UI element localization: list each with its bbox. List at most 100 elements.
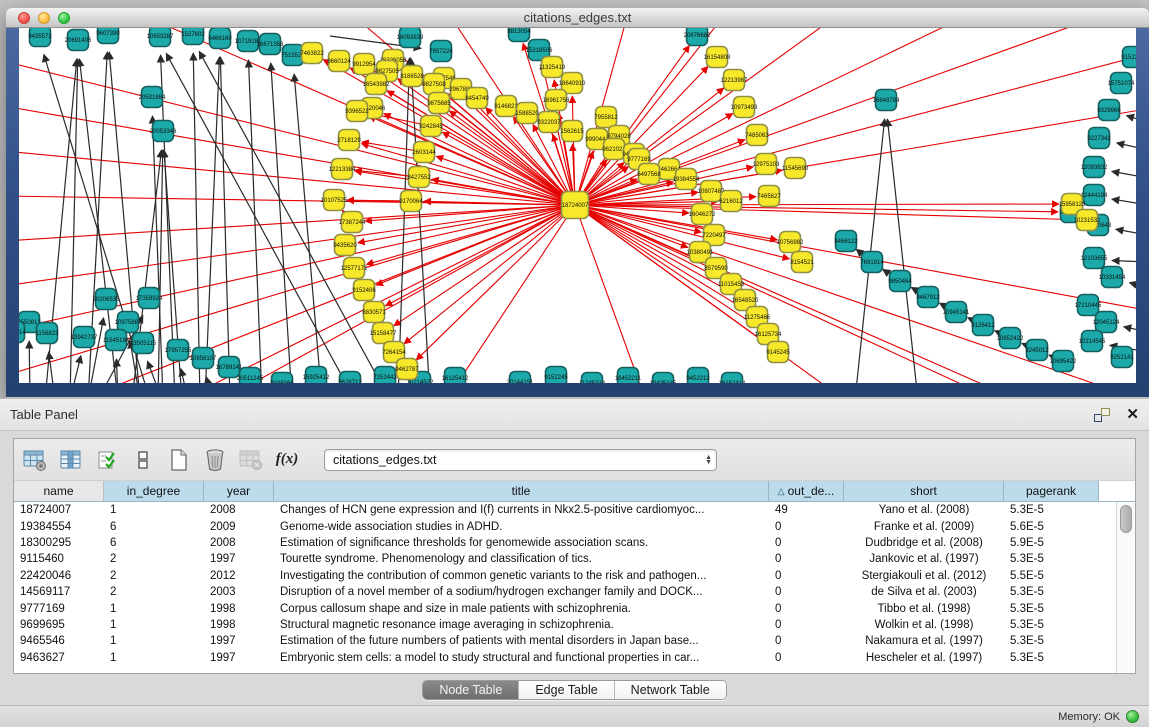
graph-node-selected[interactable]: 9170064: [399, 191, 423, 212]
table-row[interactable]: 1830029562008Estimation of significance …: [14, 535, 1116, 551]
graph-node-selected[interactable]: 10107525: [321, 190, 348, 211]
graph-node-normal[interactable]: 20876682: [684, 28, 711, 46]
table-row[interactable]: 911546021997Tourette syndrome. Phenomeno…: [14, 551, 1116, 567]
graph-node-normal[interactable]: 20531884: [139, 87, 166, 108]
citation-edge-red[interactable]: [385, 205, 575, 306]
graph-node-normal[interactable]: 9245066: [270, 373, 294, 384]
citation-edge-black[interactable]: [158, 150, 163, 383]
graph-node-normal[interactable]: 12093832: [1081, 157, 1108, 178]
minimize-window-icon[interactable]: [38, 12, 50, 24]
column-check-icon[interactable]: [94, 447, 120, 473]
graph-node-selected[interactable]: 11545690: [782, 158, 809, 179]
graph-node-normal[interactable]: 11545194: [103, 330, 130, 351]
graph-node-selected[interactable]: 12213384: [329, 159, 356, 180]
graph-node-selected[interactable]: 2603144: [412, 142, 436, 163]
citation-edge-black[interactable]: [398, 58, 410, 383]
citation-edge-black[interactable]: [206, 377, 212, 383]
graph-node-selected[interactable]: 9322037: [537, 112, 561, 133]
table-select-dropdown[interactable]: citations_edges.txt ▲▼: [324, 449, 717, 471]
graph-node-selected[interactable]: 7463822: [300, 43, 324, 64]
column-header-title[interactable]: title: [274, 481, 769, 501]
graph-node-selected[interactable]: 2718129: [337, 130, 361, 151]
graph-node-normal[interactable]: 10425145: [650, 373, 677, 384]
graph-node-normal[interactable]: 9435572: [28, 28, 52, 47]
graph-node-normal[interactable]: 10719185: [235, 31, 262, 52]
tab-network-table[interactable]: Network Table: [615, 681, 726, 699]
citation-edge-red[interactable]: [376, 205, 575, 285]
table-row[interactable]: 946554611997Estimation of the future num…: [14, 633, 1116, 649]
citation-edge-red[interactable]: [575, 205, 757, 327]
graph-node-selected[interactable]: 7955812: [594, 107, 618, 128]
tab-edge-table[interactable]: Edge Table: [519, 681, 614, 699]
graph-node-normal[interactable]: 16093839: [397, 28, 424, 48]
tab-node-table[interactable]: Node Table: [423, 681, 519, 699]
graph-node-normal[interactable]: 16671358: [257, 34, 284, 55]
graph-node-normal[interactable]: 15751074: [1108, 73, 1135, 94]
citation-edge-black[interactable]: [29, 341, 30, 383]
citation-edge-red[interactable]: [575, 205, 704, 263]
graph-node-selected[interactable]: 9152406: [352, 280, 376, 301]
citation-edge-black[interactable]: [1116, 229, 1136, 235]
citation-edge-black[interactable]: [294, 74, 322, 383]
graph-node-selected[interactable]: 9912954: [352, 54, 376, 75]
graph-node-normal[interactable]: 9607390: [96, 28, 120, 44]
graph-node-normal[interactable]: 10652422: [997, 328, 1024, 349]
graph-node-selected[interactable]: 11325419: [539, 57, 566, 78]
graph-node-normal[interactable]: 16648784: [873, 90, 900, 111]
graph-node-normal[interactable]: 12103655: [1081, 248, 1108, 269]
graph-node-normal[interactable]: 17957255: [165, 340, 192, 361]
citation-edge-black[interactable]: [49, 352, 55, 383]
graph-node-normal[interactable]: 9850464: [888, 271, 912, 292]
graph-node-normal[interactable]: 1527602: [181, 28, 205, 45]
graph-node-selected[interactable]: 9462787: [395, 359, 419, 380]
graph-node-normal[interactable]: 11245214: [579, 373, 606, 384]
graph-node-normal[interactable]: 9126412: [971, 315, 995, 336]
table-row[interactable]: 1456911722003Disruption of a novel membe…: [14, 584, 1116, 600]
graph-node-normal[interactable]: 9626712: [338, 372, 362, 384]
graph-node-normal[interactable]: 9227342: [1087, 128, 1111, 149]
graph-node-normal[interactable]: 16452211: [615, 368, 642, 384]
citation-edge-red[interactable]: [575, 205, 1058, 212]
graph-node-normal[interactable]: 1156823: [36, 323, 60, 344]
network-canvas[interactable]: 9435572206914069607390106532871527602646…: [19, 28, 1136, 383]
graph-node-selected[interactable]: 6216012: [719, 191, 743, 212]
graph-node-selected[interactable]: 9875685: [427, 93, 451, 114]
table-row[interactable]: 1872400712008Changes of HCN gene express…: [14, 502, 1116, 518]
citation-edge-black[interactable]: [887, 119, 918, 383]
graph-node-selected[interactable]: 12213987: [721, 70, 748, 91]
column-header-name[interactable]: name: [14, 481, 104, 501]
graph-node-selected[interactable]: 16961758: [543, 90, 570, 111]
graph-node-normal[interactable]: 9329966: [1097, 100, 1121, 121]
graph-node-selected[interactable]: 12577172: [341, 258, 368, 279]
graph-node-selected[interactable]: 16046272: [689, 204, 716, 225]
citation-graph[interactable]: 9435572206914069607390106532871527602646…: [19, 28, 1136, 383]
graph-node-selected[interactable]: 1562615: [560, 121, 584, 142]
graph-node-selected[interactable]: 6497568: [637, 164, 661, 185]
show-column-icon[interactable]: [58, 447, 84, 473]
graph-node-normal[interactable]: 7691914: [860, 252, 884, 273]
table-options-icon[interactable]: [22, 447, 48, 473]
zoom-window-icon[interactable]: [58, 12, 70, 24]
graph-node-normal[interactable]: 20511245: [237, 368, 264, 384]
graph-node-selected[interactable]: 9145245: [766, 342, 790, 363]
graph-node-selected[interactable]: 9827508: [422, 74, 446, 95]
graph-node-selected[interactable]: 1588520: [515, 103, 539, 124]
graph-node-selected[interactable]: 7465627: [757, 186, 781, 207]
citation-edge-red[interactable]: [575, 100, 1136, 205]
citation-edge-red[interactable]: [365, 205, 575, 221]
graph-node-normal[interactable]: 15925412: [303, 367, 330, 384]
graph-node-normal[interactable]: 9467912: [916, 287, 940, 308]
citation-edge-black[interactable]: [1112, 261, 1136, 262]
scrollbar-thumb[interactable]: [1120, 505, 1132, 533]
graph-node-selected[interactable]: 8830571: [362, 302, 386, 323]
citation-edge-red[interactable]: [575, 205, 1060, 383]
graph-node-normal[interactable]: 10331454: [1099, 267, 1126, 288]
citation-edge-black[interactable]: [1124, 327, 1136, 332]
graph-node-normal[interactable]: 16152414: [719, 373, 746, 384]
citation-edge-red[interactable]: [436, 156, 575, 205]
citation-edge-red[interactable]: [575, 204, 1059, 205]
graph-node-normal[interactable]: 10695422: [1050, 351, 1077, 372]
graph-node-normal[interactable]: 9152245: [544, 367, 568, 384]
graph-node-normal[interactable]: 10653287: [147, 28, 174, 47]
delete-icon[interactable]: [202, 447, 228, 473]
